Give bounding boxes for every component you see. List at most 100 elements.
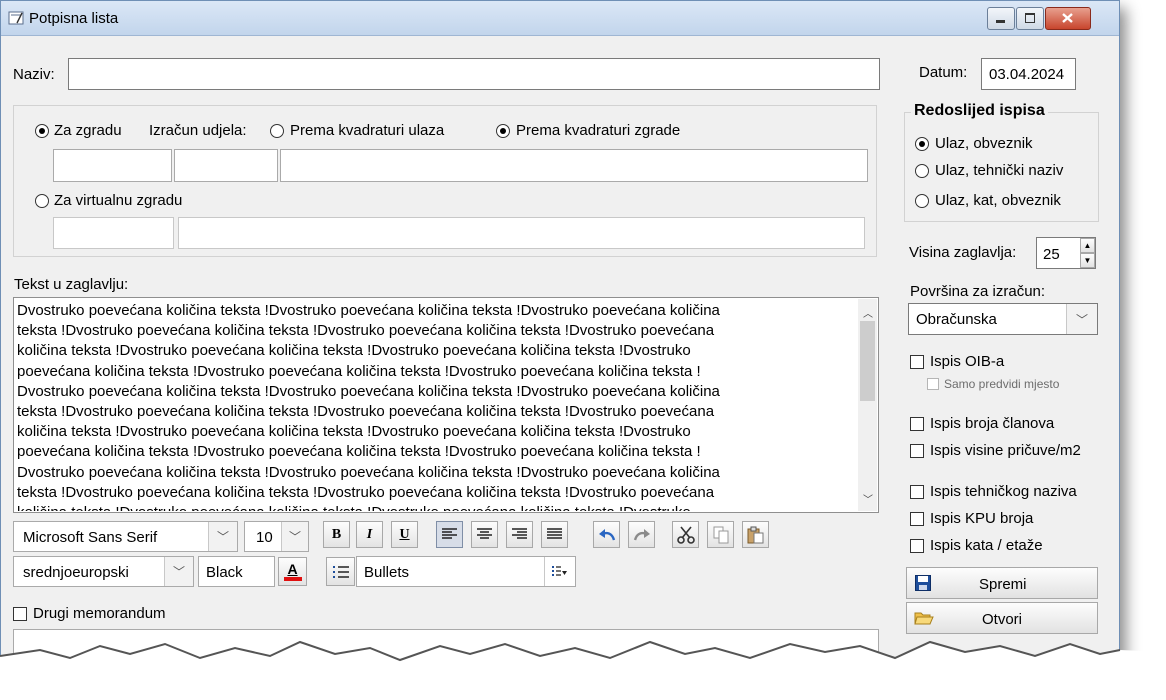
chevron-down-icon: ﹀: [164, 557, 193, 586]
align-center-button[interactable]: [471, 521, 498, 548]
za-virtualnu-radio[interactable]: [35, 194, 49, 208]
align-right-icon: [512, 528, 527, 539]
font-color-icon: A: [287, 561, 298, 577]
scrollbar-thumb[interactable]: [860, 321, 875, 401]
redo-button[interactable]: [628, 521, 655, 548]
kpu-label: Ispis KPU broja: [930, 510, 1034, 527]
editor-line: teksta !Dvostruko poevećana količina tek…: [17, 483, 715, 501]
save-icon: [915, 575, 931, 591]
zgrada-number-field[interactable]: [174, 149, 278, 182]
align-left-icon: [442, 528, 457, 539]
tehnicki-naziv-checkbox[interactable]: [910, 485, 924, 499]
samo-predvidi-label: Samo predvidi mjesto: [944, 377, 1060, 391]
bullets-button[interactable]: [326, 557, 355, 586]
editor-line: poevećana količina teksta !Dvostruko poe…: [17, 362, 701, 380]
visina-pricuve-checkbox[interactable]: [910, 444, 924, 458]
copy-icon: [713, 526, 728, 543]
paste-icon: [747, 526, 764, 543]
list-style-icon: [544, 557, 575, 586]
datum-value: 03.04.2024: [989, 66, 1065, 83]
tehnicki-naziv-label: Ispis tehničkog naziva: [930, 483, 1077, 500]
scroll-down-icon[interactable]: ﹀: [863, 491, 873, 506]
editor-line: Dvostruko poevećana količina teksta !Dvo…: [17, 463, 720, 481]
color-name-field[interactable]: Black: [198, 556, 275, 587]
chevron-down-icon: ﹀: [281, 522, 308, 551]
prema-zgrade-radio[interactable]: [496, 124, 510, 138]
kpu-checkbox[interactable]: [910, 512, 924, 526]
kat-label: Ispis kata / etaže: [930, 537, 1043, 554]
prema-ulaza-label: Prema kvadraturi ulaza: [290, 122, 445, 139]
virtual-code-field[interactable]: [53, 217, 174, 249]
text-color-button[interactable]: A: [278, 557, 307, 586]
otvori-label: Otvori: [982, 611, 1023, 628]
justify-icon: [547, 528, 562, 539]
chevron-down-icon: ﹀: [1066, 304, 1097, 334]
naziv-input[interactable]: [68, 58, 880, 90]
surface-select[interactable]: Obračunska ﹀: [908, 303, 1098, 335]
font-name-select[interactable]: Microsoft Sans Serif ﹀: [13, 521, 238, 552]
zgrada-name-field[interactable]: [280, 149, 868, 182]
italic-icon: I: [366, 526, 373, 542]
align-center-icon: [477, 528, 492, 539]
prema-zgrade-label: Prema kvadraturi zgrade: [516, 122, 681, 139]
charset-select[interactable]: srednjoeuropski ﹀: [13, 556, 194, 587]
editor-line: količina teksta !Dvostruko poevećana kol…: [17, 503, 837, 511]
minimize-button[interactable]: [987, 7, 1015, 30]
bullets-select[interactable]: Bullets: [356, 556, 576, 587]
za-virtualnu-label: Za virtualnu zgradu: [54, 192, 183, 209]
drugi-memorandum-checkbox[interactable]: [13, 607, 27, 621]
order-label-1: Ulaz, tehnički naziv: [935, 162, 1064, 179]
italic-button[interactable]: I: [356, 521, 383, 548]
oib-checkbox[interactable]: [910, 355, 924, 369]
font-size-select[interactable]: 10 ﹀: [244, 521, 309, 552]
editor-line: količina teksta !Dvostruko poevećana kol…: [17, 342, 691, 360]
color-name-value: Black: [206, 564, 243, 581]
undo-icon: [598, 528, 615, 540]
zgrada-code-field[interactable]: [53, 149, 172, 182]
editor-line: Dvostruko poevećana količina teksta !Dvo…: [17, 302, 720, 319]
spremi-button[interactable]: Spremi: [906, 567, 1098, 599]
copy-button[interactable]: [707, 521, 734, 548]
bullet-list-icon: [332, 565, 349, 578]
undo-button[interactable]: [593, 521, 620, 548]
charset-value: srednjoeuropski: [23, 564, 129, 581]
order-radio-1[interactable]: [915, 164, 929, 178]
order-radio-2[interactable]: [915, 194, 929, 208]
editor-line: količina teksta !Dvostruko poevećana kol…: [17, 423, 691, 441]
maximize-button[interactable]: [1016, 7, 1044, 30]
bold-icon: B: [331, 526, 342, 542]
title-bar: Potpisna lista: [1, 1, 1119, 36]
datum-input[interactable]: 03.04.2024: [981, 58, 1076, 90]
naziv-label: Naziv:: [13, 66, 55, 83]
align-right-button[interactable]: [506, 521, 533, 548]
prema-ulaza-radio[interactable]: [270, 124, 284, 138]
broj-clanova-checkbox[interactable]: [910, 417, 924, 431]
align-left-button[interactable]: [436, 521, 463, 548]
app-icon: [8, 11, 24, 25]
scroll-up-icon[interactable]: ︿: [863, 305, 873, 320]
spinner-down-icon[interactable]: ▼: [1080, 253, 1095, 268]
order-radio-0[interactable]: [915, 137, 929, 151]
font-name-value: Microsoft Sans Serif: [23, 529, 158, 546]
close-button[interactable]: [1045, 7, 1091, 30]
editor-label: Tekst u zaglavlju:: [14, 276, 129, 293]
paste-button[interactable]: [742, 521, 769, 548]
cut-button[interactable]: [672, 521, 699, 548]
spinner-up-icon[interactable]: ▲: [1080, 238, 1095, 253]
order-label-0: Ulaz, obveznik: [935, 135, 1033, 152]
bold-button[interactable]: B: [323, 521, 350, 548]
underline-button[interactable]: U: [391, 521, 418, 548]
open-folder-icon: [914, 612, 934, 625]
virtual-name-field[interactable]: [178, 217, 865, 249]
justify-button[interactable]: [541, 521, 568, 548]
surface-label: Površina za izračun:: [910, 283, 1046, 300]
editor-scrollbar[interactable]: ︿ ﹀: [858, 299, 877, 511]
za-zgradu-radio[interactable]: [35, 124, 49, 138]
samo-predvidi-checkbox[interactable]: [927, 378, 939, 390]
chevron-down-icon: ﹀: [208, 522, 237, 551]
kat-checkbox[interactable]: [910, 539, 924, 553]
za-zgradu-label: Za zgradu: [54, 122, 122, 139]
broj-clanova-label: Ispis broja članova: [930, 415, 1055, 432]
header-height-value: 25: [1043, 246, 1060, 263]
close-icon: [1062, 13, 1073, 23]
